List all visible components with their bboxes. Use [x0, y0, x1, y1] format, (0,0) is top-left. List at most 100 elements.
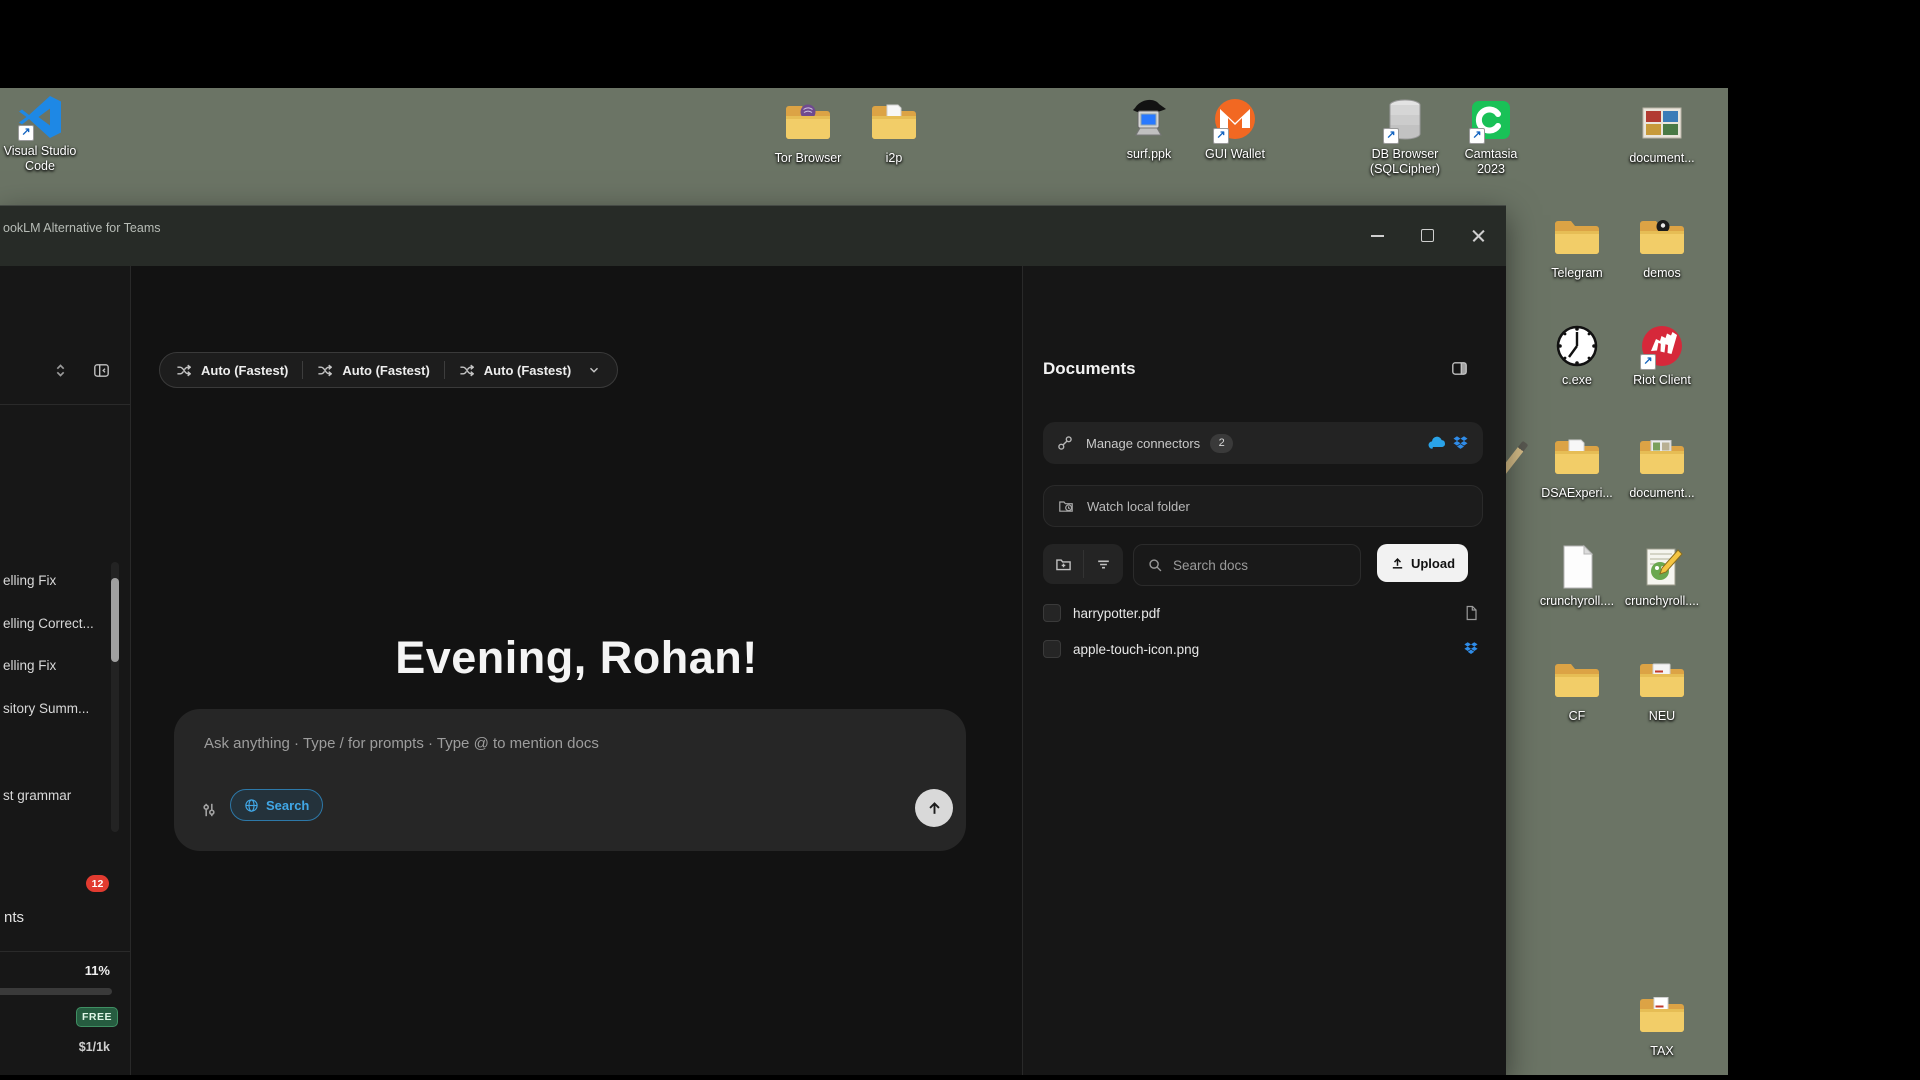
- desktop-icon-tax[interactable]: TAX: [1619, 993, 1705, 1059]
- desktop-icon-label: document...: [1619, 151, 1705, 166]
- sort-icon[interactable]: [52, 362, 69, 379]
- monero-icon: ↗: [1211, 96, 1259, 144]
- desktop-icon-c-exe[interactable]: c.exe: [1534, 322, 1620, 388]
- desktop-icon-label: crunchyroll....: [1534, 594, 1620, 609]
- plan-badge: FREE: [76, 1007, 118, 1027]
- desktop-icon-cf[interactable]: CF: [1534, 658, 1620, 724]
- desktop-icon-db-browser[interactable]: ↗ DB Browser (SQLCipher): [1362, 96, 1448, 177]
- manage-connectors-row[interactable]: Manage connectors 2: [1043, 422, 1483, 464]
- clock-icon: [1553, 322, 1601, 370]
- sidebar-item-chat[interactable]: st grammar: [3, 783, 107, 809]
- folder-icon: [1638, 215, 1686, 263]
- file-checkbox[interactable]: [1043, 640, 1061, 658]
- folder-icon: [1553, 435, 1601, 483]
- scrollbar-thumb[interactable]: [111, 578, 119, 662]
- desktop-icon-dsaexperi[interactable]: DSAExperi...: [1534, 435, 1620, 501]
- model-selector[interactable]: Auto (Fastest) Auto (Fastest): [159, 352, 618, 388]
- documents-panel: Documents Manage connectors 2: [1023, 266, 1506, 1075]
- model-option[interactable]: Auto (Fastest): [484, 363, 571, 378]
- sidebar-scrollbar[interactable]: [111, 562, 119, 832]
- folder-icon: [1553, 658, 1601, 706]
- hacker-computer-icon: [1125, 96, 1173, 144]
- sidebar-item-chat[interactable]: elling Fix: [3, 653, 107, 679]
- desktop-icon-crunchyroll-file[interactable]: crunchyroll....: [1534, 543, 1620, 609]
- desktop-icon-gui-wallet[interactable]: ↗ GUI Wallet: [1192, 96, 1278, 162]
- greeting: Evening, Rohan!: [131, 632, 1022, 684]
- send-button[interactable]: [915, 789, 953, 827]
- desktop-icon-i2p[interactable]: i2p: [851, 100, 937, 166]
- model-option[interactable]: Auto (Fastest): [201, 363, 288, 378]
- doc-toolbar-buttons: [1043, 544, 1123, 584]
- panel-collapse-icon[interactable]: [1451, 360, 1468, 377]
- search-docs-input[interactable]: Search docs: [1133, 544, 1361, 586]
- desktop-icon-label: i2p: [851, 151, 937, 166]
- desktop-icon-riot-client[interactable]: ↗ Riot Client: [1619, 322, 1705, 388]
- notepad-pencil-icon: [1638, 543, 1686, 591]
- desktop-icon-label: NEU: [1619, 709, 1705, 724]
- doc-file-row[interactable]: harrypotter.pdf: [1043, 596, 1483, 630]
- sidebar-item-chat[interactable]: elling Correct...: [3, 611, 107, 637]
- desktop-icon-camtasia[interactable]: ↗ Camtasia 2023: [1448, 96, 1534, 177]
- shortcut-arrow-icon: ↗: [1383, 128, 1399, 144]
- main-area: Auto (Fastest) Auto (Fastest): [131, 266, 1022, 1075]
- file-icon: [1463, 605, 1479, 621]
- desktop-icon-label: Camtasia 2023: [1459, 147, 1523, 177]
- file-name[interactable]: apple-touch-icon.png: [1073, 642, 1199, 657]
- watch-local-folder-row[interactable]: Watch local folder: [1043, 485, 1483, 527]
- cloud-icon: [1427, 434, 1446, 453]
- filter-icon[interactable]: [1084, 544, 1123, 584]
- upload-label: Upload: [1411, 556, 1455, 571]
- app-window: ookLM Alternative for Teams: [0, 205, 1506, 1075]
- folder-icon: [870, 100, 918, 148]
- desktop-icon-demos[interactable]: demos: [1619, 215, 1705, 281]
- desktop-icon-document2[interactable]: document...: [1619, 435, 1705, 501]
- desktop-icon-label: CF: [1534, 709, 1620, 724]
- desktop-icon-vscode[interactable]: ↗ Visual Studio Code: [0, 93, 83, 174]
- prompt-placeholder[interactable]: Ask anything · Type / for prompts · Type…: [204, 735, 599, 752]
- doc-file-row[interactable]: apple-touch-icon.png: [1043, 632, 1483, 666]
- desktop-icon-neu[interactable]: NEU: [1619, 658, 1705, 724]
- folder-icon: [1638, 658, 1686, 706]
- file-name[interactable]: harrypotter.pdf: [1073, 606, 1160, 621]
- desktop-icon-surf-ppk[interactable]: surf.ppk: [1106, 96, 1192, 162]
- database-icon: ↗: [1381, 96, 1429, 144]
- desktop-icon-label: c.exe: [1534, 373, 1620, 388]
- close-button[interactable]: [1462, 220, 1496, 250]
- desktop-icon-label: demos: [1619, 266, 1705, 281]
- sidebar-collapse-icon[interactable]: [93, 362, 110, 379]
- new-folder-icon[interactable]: [1043, 544, 1083, 584]
- desktop-icon-label: surf.ppk: [1106, 147, 1192, 162]
- upload-button[interactable]: Upload: [1377, 544, 1468, 582]
- vscode-icon: ↗: [16, 93, 64, 141]
- folder-clock-icon: [1058, 498, 1074, 514]
- shortcut-arrow-icon: ↗: [1640, 354, 1656, 370]
- desktop-icon-label: Riot Client: [1619, 373, 1705, 388]
- minimize-button[interactable]: [1361, 220, 1395, 250]
- dropbox-icon: [1463, 641, 1479, 657]
- sidebar-item-chat[interactable]: elling Fix: [3, 568, 107, 594]
- desktop-icon-label: Visual Studio Code: [0, 144, 83, 174]
- web-search-toggle[interactable]: Search: [230, 789, 323, 821]
- sidebar-item-chat[interactable]: sitory Summ...: [3, 696, 107, 722]
- desktop-icon-label: Tor Browser: [765, 151, 851, 166]
- sliders-icon[interactable]: [200, 801, 218, 819]
- desktop-icon-label: Telegram: [1534, 266, 1620, 281]
- upload-icon: [1390, 556, 1405, 571]
- titlebar[interactable]: ookLM Alternative for Teams: [0, 206, 1506, 266]
- folder-icon: [784, 100, 832, 148]
- notification-badge: 12: [86, 875, 109, 892]
- desktop-icon-tor-browser[interactable]: Tor Browser: [765, 100, 851, 166]
- model-option[interactable]: Auto (Fastest): [342, 363, 429, 378]
- folder-icon: [1638, 993, 1686, 1041]
- chevron-down-icon[interactable]: [587, 363, 601, 377]
- search-icon: [1148, 558, 1163, 573]
- blank-file-icon: [1553, 543, 1601, 591]
- desktop-icon-document-top[interactable]: document...: [1619, 100, 1705, 166]
- desktop-icon-crunchyroll-note[interactable]: crunchyroll....: [1619, 543, 1705, 609]
- sidebar-nav-label[interactable]: nts: [4, 909, 24, 926]
- file-checkbox[interactable]: [1043, 604, 1061, 622]
- shuffle-icon: [459, 363, 474, 378]
- maximize-button[interactable]: [1411, 220, 1445, 250]
- prompt-input-card[interactable]: Ask anything · Type / for prompts · Type…: [174, 709, 966, 851]
- desktop-icon-telegram[interactable]: Telegram: [1534, 215, 1620, 281]
